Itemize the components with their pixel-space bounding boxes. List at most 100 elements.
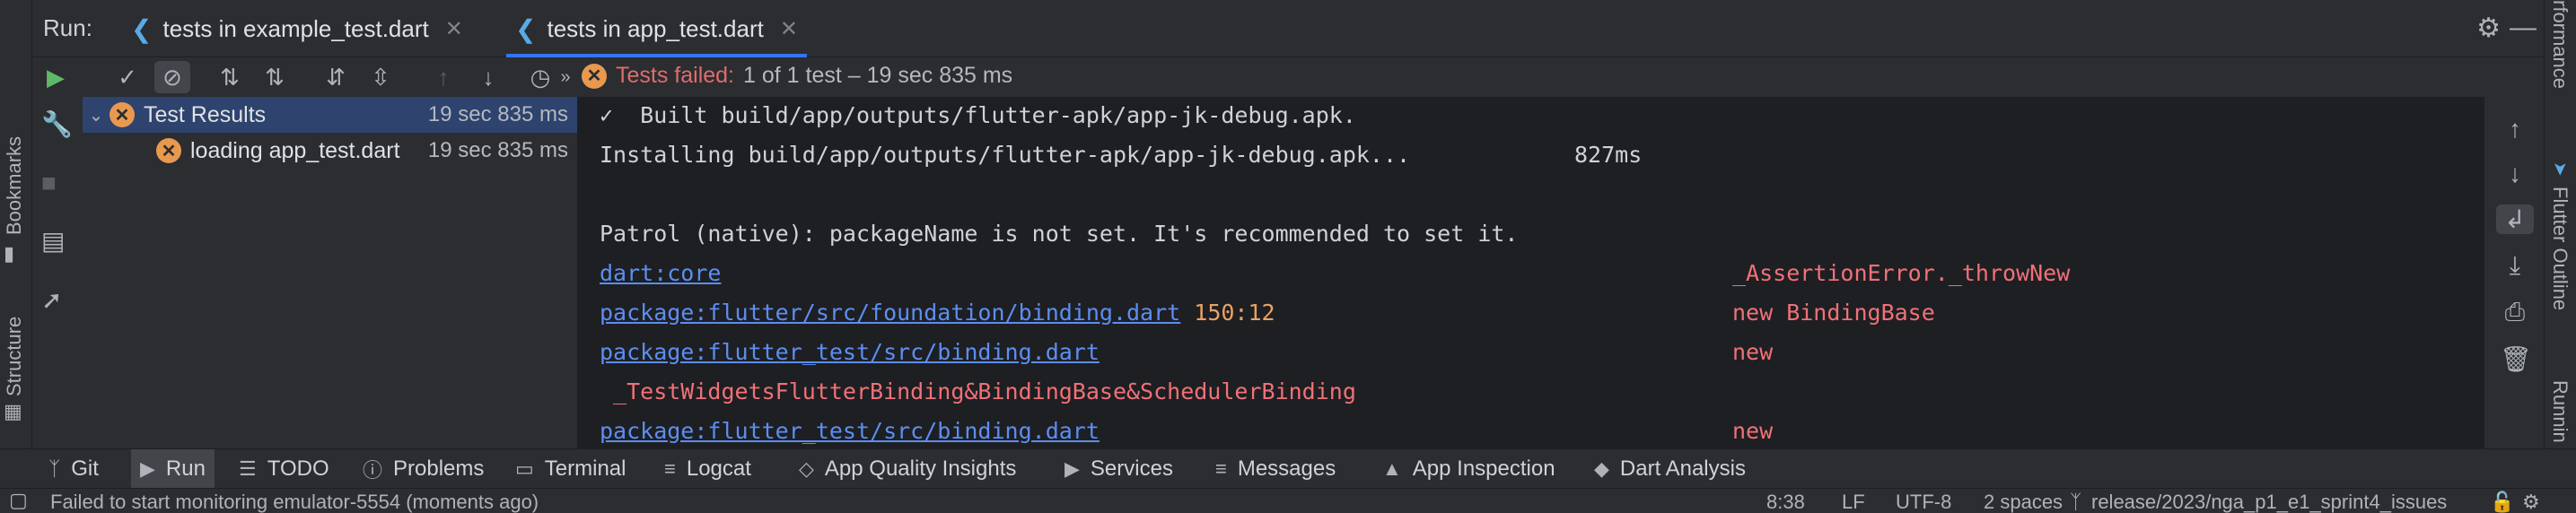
run-header: Run: ❮ tests in example_test.dart ✕ ❮ te… — [32, 0, 2544, 57]
tool-dart-analysis[interactable]: ◆ Dart Analysis — [1585, 449, 1755, 489]
tool-terminal[interactable]: ▭ Terminal — [506, 449, 635, 489]
collapse-icon: ⇳ — [371, 63, 390, 91]
bookmarks-tab[interactable]: Bookmarks — [3, 136, 26, 235]
status-summary: 1 of 1 test – 19 sec 835 ms — [743, 63, 1013, 88]
tool-label: Services — [1090, 456, 1173, 481]
git-branch[interactable]: release/2023/nga_p1_e1_sprint4_issues — [2091, 491, 2447, 513]
tool-app-inspection[interactable]: ▲ App Inspection — [1373, 449, 1564, 489]
console-output[interactable]: ✓ Built build/app/outputs/flutter-apk/ap… — [578, 97, 2484, 448]
sort-duration-button[interactable]: ⇅ — [257, 61, 293, 93]
console-gutter: ↑ ↓ ↲ ⤓ ⎙ 🗑 — [2484, 97, 2544, 448]
expand-all-button[interactable]: ⇵ — [318, 61, 354, 93]
dart-icon: ◆ — [1594, 457, 1609, 480]
tool-problems[interactable]: ⓘ Problems — [354, 449, 493, 489]
panel-icon[interactable]: ▢ — [9, 489, 28, 512]
terminal-icon: ▭ — [515, 457, 534, 480]
performance-tab[interactable]: rformance — [2548, 0, 2572, 89]
stop-icon[interactable]: ■ — [41, 169, 57, 197]
console-line: Patrol (native): packageName is not set.… — [600, 221, 1519, 247]
close-icon[interactable]: ✕ — [445, 16, 463, 42]
wrench-icon[interactable]: 🔧 — [41, 109, 73, 139]
console-line: package:flutter_test/src/binding.dart — [600, 418, 1100, 444]
console-line: ✓ Built build/app/outputs/flutter-apk/ap… — [600, 102, 1356, 128]
stack-link[interactable]: dart:core — [600, 260, 721, 286]
services-icon: ▶ — [1065, 457, 1080, 480]
tool-label: Dart Analysis — [1619, 456, 1746, 481]
collapse-all-button[interactable]: ⇳ — [363, 61, 399, 93]
left-tool-strip: Bookmarks ▮ Structure ▦ — [0, 0, 32, 513]
layout-icon[interactable]: ▤ — [41, 226, 65, 256]
tab-label: tests in app_test.dart — [547, 14, 764, 42]
close-icon[interactable]: ✕ — [780, 16, 798, 42]
arrow-down-icon: ↓ — [482, 63, 495, 91]
arrow-down-icon[interactable]: ↓ — [2500, 160, 2530, 188]
branch-icon: ᛉ — [2070, 491, 2082, 513]
stack-link[interactable]: package:flutter_test/src/binding.dart — [600, 418, 1100, 444]
test-status: ✕ Tests failed: 1 of 1 test – 19 sec 835… — [582, 63, 1012, 89]
check-icon: ✓ — [118, 63, 137, 91]
logcat-icon: ≡ — [664, 457, 676, 480]
notifications-icon[interactable]: ⚙ — [2522, 491, 2540, 513]
structure-tab[interactable]: Structure — [3, 317, 26, 396]
scroll-to-end-icon[interactable]: ⤓ — [2500, 251, 2530, 281]
tool-messages[interactable]: ≡ Messages — [1206, 449, 1345, 489]
ignored-icon: ⊘ — [162, 63, 182, 91]
expand-icon: ⇵ — [326, 63, 346, 91]
more-button[interactable]: » — [556, 61, 574, 93]
line-number: 150:12 — [1194, 300, 1275, 326]
tree-time: 19 sec 835 ms — [427, 102, 568, 126]
print-icon[interactable]: ⎙ — [2500, 298, 2530, 327]
show-ignored-button[interactable]: ⊘ — [154, 61, 190, 93]
caret-position[interactable]: 8:38 — [1766, 491, 1805, 513]
soft-wrap-icon[interactable]: ↲ — [2496, 204, 2534, 234]
flutter-outline-tab[interactable]: Flutter Outline — [2548, 187, 2572, 310]
chevron-down-icon[interactable]: ⌄ — [83, 104, 110, 126]
tool-label: App Inspection — [1412, 456, 1555, 481]
tree-row-test-results[interactable]: ⌄ ✕ Test Results 19 sec 835 ms — [83, 97, 577, 133]
console-line: package:flutter_test/src/binding.dart — [600, 339, 1100, 365]
stack-link[interactable]: package:flutter_test/src/binding.dart — [600, 339, 1100, 365]
structure-icon: ▦ — [4, 400, 22, 422]
file-encoding[interactable]: UTF-8 — [1896, 491, 1951, 513]
tool-label: App Quality Insights — [824, 456, 1017, 481]
line-separator[interactable]: LF — [1842, 491, 1865, 513]
tab-app-test[interactable]: ❮ tests in app_test.dart ✕ — [506, 0, 807, 57]
tool-services[interactable]: ▶ Services — [1056, 449, 1182, 489]
indent-setting[interactable]: 2 spaces — [1984, 491, 2063, 513]
stack-link[interactable]: package:flutter/src/foundation/binding.d… — [600, 300, 1180, 326]
next-failed-button[interactable]: ↓ — [470, 61, 506, 93]
sort-duration-icon: ⇅ — [265, 63, 285, 91]
stack-frame: _TestWidgetsFlutterBinding&BindingBase&S… — [600, 378, 1356, 404]
sort-alpha-button[interactable]: ⇅ — [212, 61, 248, 93]
trash-icon[interactable]: 🗑 — [2500, 344, 2532, 374]
play-icon: ▶ — [47, 63, 65, 91]
tab-example-test[interactable]: ❮ tests in example_test.dart ✕ — [131, 0, 463, 57]
arrow-up-icon[interactable]: ↑ — [2500, 115, 2530, 143]
problems-icon: ⓘ — [363, 459, 383, 482]
show-passed-button[interactable]: ✓ — [110, 61, 145, 93]
arrow-up-icon: ↑ — [437, 63, 450, 91]
minimize-icon[interactable]: — — [2510, 13, 2537, 43]
rerun-button[interactable]: ▶ — [38, 61, 74, 93]
pin-icon[interactable]: ➚ — [41, 285, 62, 315]
fail-icon: ✕ — [110, 102, 135, 127]
test-history-button[interactable]: ◷ — [522, 61, 558, 93]
stack-frame: new BindingBase — [1732, 300, 1935, 326]
tool-run[interactable]: ▶ Run — [131, 449, 215, 489]
status-message[interactable]: Failed to start monitoring emulator-5554… — [50, 491, 539, 513]
tool-logcat[interactable]: ≡ Logcat — [655, 449, 760, 489]
run-icon: ▶ — [140, 457, 155, 480]
tool-git[interactable]: ᛉ Git — [39, 449, 108, 489]
previous-failed-button[interactable]: ↑ — [425, 61, 461, 93]
running-tab[interactable]: Runnin — [2548, 380, 2572, 443]
todo-icon: ☰ — [239, 457, 257, 480]
android-icon: ▲ — [1382, 457, 1402, 480]
tool-app-quality[interactable]: ◇ App Quality Insights — [790, 449, 1025, 489]
bookmark-icon: ▮ — [4, 242, 15, 265]
lock-icon[interactable]: 🔓 — [2490, 491, 2514, 513]
tree-row-loading[interactable]: ✕ loading app_test.dart 19 sec 835 ms — [83, 133, 577, 169]
tool-todo[interactable]: ☰ TODO — [230, 449, 338, 489]
gear-icon[interactable]: ⚙ — [2476, 13, 2501, 44]
stack-frame: new — [1732, 339, 1774, 365]
tool-label: Run — [165, 456, 206, 481]
